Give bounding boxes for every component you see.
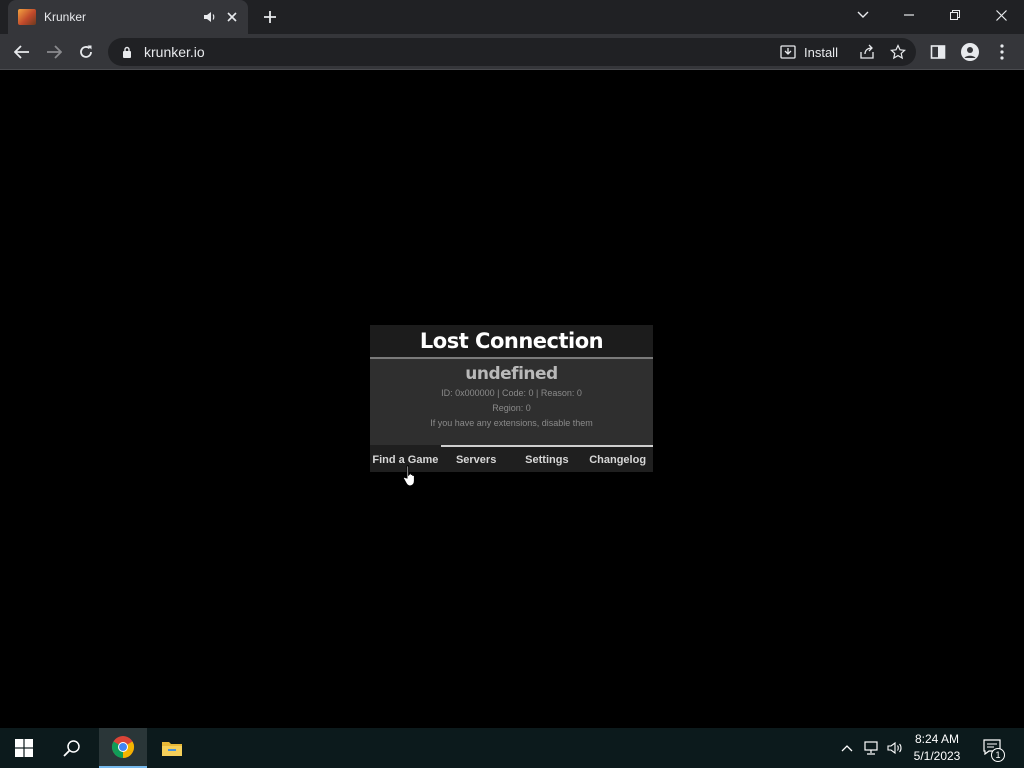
minimize-button[interactable] (886, 0, 932, 30)
chrome-icon (112, 736, 134, 758)
url-text[interactable]: krunker.io (144, 44, 205, 60)
dialog-region: Region: 0 (492, 403, 531, 413)
side-panel-button[interactable] (926, 40, 950, 64)
search-icon (63, 740, 80, 757)
taskbar-chrome[interactable] (99, 728, 147, 768)
notification-badge: 1 (991, 748, 1005, 762)
reload-button[interactable] (74, 40, 98, 64)
search-button[interactable] (48, 728, 96, 768)
tab-search-button[interactable] (840, 0, 886, 30)
nav-highlight-bar (441, 445, 653, 447)
share-icon[interactable] (858, 43, 876, 61)
back-button[interactable] (10, 40, 34, 64)
page-viewport: Lost Connection undefined ID: 0x000000 |… (0, 71, 1024, 728)
browser-toolbar: krunker.io Install (0, 34, 1024, 70)
close-window-button[interactable] (978, 0, 1024, 30)
menu-button[interactable] (990, 40, 1014, 64)
restore-icon (950, 10, 960, 20)
dialog-details: ID: 0x000000 | Code: 0 | Reason: 0 (441, 388, 582, 398)
start-button[interactable] (0, 728, 48, 768)
krunker-favicon (18, 9, 36, 25)
tab-krunker[interactable]: Krunker (8, 0, 248, 34)
taskbar-clock[interactable]: 8:24 AM 5/1/2023 (906, 731, 968, 765)
kebab-menu-icon (1000, 44, 1004, 60)
arrow-right-icon (47, 45, 62, 59)
new-tab-button[interactable] (258, 5, 282, 29)
install-label: Install (804, 44, 838, 60)
minimize-icon (904, 14, 914, 16)
forward-button[interactable] (42, 40, 66, 64)
windows-icon (15, 739, 33, 757)
lost-connection-dialog: Lost Connection undefined ID: 0x000000 |… (370, 325, 653, 474)
side-panel-icon (930, 45, 946, 59)
star-icon[interactable] (889, 43, 907, 61)
profile-button[interactable] (958, 40, 982, 64)
clock-date: 5/1/2023 (913, 749, 961, 763)
chevron-up-icon[interactable] (838, 739, 856, 757)
dialog-hint: If you have any extensions, disable them (430, 418, 593, 428)
close-icon[interactable] (224, 9, 240, 25)
network-icon[interactable] (862, 739, 880, 757)
lock-icon[interactable] (120, 45, 134, 59)
hand-cursor-icon (402, 465, 415, 487)
file-explorer-icon (162, 742, 182, 756)
nav-settings[interactable]: Settings (512, 445, 583, 472)
speaker-icon[interactable] (202, 9, 218, 25)
nav-servers[interactable]: Servers (441, 445, 512, 472)
plus-icon (264, 11, 276, 23)
tab-title: Krunker (44, 10, 87, 24)
close-icon (995, 9, 1007, 21)
install-button[interactable]: Install (780, 42, 838, 62)
taskbar: 8:24 AM 5/1/2023 1 (0, 728, 1024, 768)
dialog-header: Lost Connection (370, 325, 653, 359)
address-bar[interactable]: krunker.io Install (108, 38, 916, 66)
dialog-title: Lost Connection (419, 329, 604, 353)
nav-changelog[interactable]: Changelog (582, 445, 653, 472)
chevron-down-icon (857, 11, 869, 18)
volume-icon[interactable] (886, 739, 904, 757)
dialog-reason: undefined (465, 364, 558, 384)
install-icon (780, 44, 796, 60)
restore-button[interactable] (932, 0, 978, 30)
arrow-left-icon (14, 45, 29, 59)
taskbar-file-explorer[interactable] (148, 728, 196, 768)
dialog-body: undefined ID: 0x000000 | Code: 0 | Reaso… (370, 359, 653, 445)
clock-time: 8:24 AM (914, 732, 960, 746)
tab-bar: Krunker (0, 0, 1024, 34)
person-icon (961, 43, 979, 61)
reload-icon (80, 45, 92, 58)
